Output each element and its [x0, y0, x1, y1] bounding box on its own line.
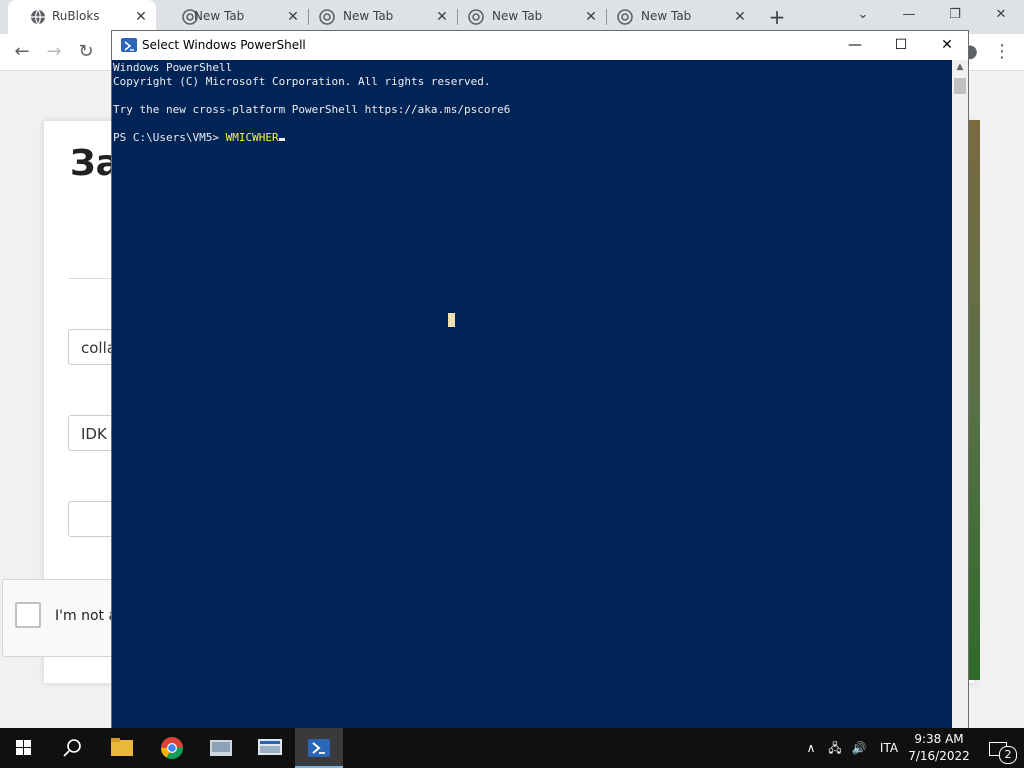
file-explorer-icon	[111, 738, 133, 756]
captcha-label: I'm not a	[55, 608, 118, 624]
tab-new-tab-2[interactable]: New Tab ✕	[309, 0, 457, 34]
start-button[interactable]	[0, 728, 48, 768]
windows-logo-icon	[16, 740, 31, 755]
tab-rubloks[interactable]: RuBloks ✕	[8, 0, 156, 34]
text-cursor	[278, 138, 285, 141]
powershell-window: Select Windows PowerShell — ☐ ✕ Windows …	[111, 30, 969, 728]
powershell-title-bar[interactable]: Select Windows PowerShell — ☐ ✕	[112, 31, 968, 60]
reload-icon[interactable]: ↻	[74, 40, 98, 64]
app-taskbar-button[interactable]	[197, 728, 245, 768]
file-explorer-button[interactable]	[98, 728, 146, 768]
windows-taskbar: ∧ 🖧 🔊 ITA 9:38 AM 7/16/2022 2	[0, 728, 1024, 768]
prompt: PS C:\Users\VM5>	[113, 131, 226, 144]
chrome-icon	[468, 9, 484, 25]
volume-icon[interactable]: 🔊	[848, 728, 870, 768]
console-line: Windows PowerShell	[113, 61, 233, 74]
restore-icon[interactable]: ❐	[932, 4, 978, 26]
app-icon	[210, 740, 232, 756]
window-title: Select Windows PowerShell	[142, 38, 306, 52]
back-arrow-icon[interactable]: ←	[10, 40, 34, 64]
tab-new-tab-3[interactable]: New Tab ✕	[458, 0, 606, 34]
console-line: Try the new cross-platform PowerShell ht…	[113, 103, 511, 116]
tray-chevron-up-icon[interactable]: ∧	[802, 728, 820, 768]
browser-tab-bar: RuBloks ✕ New Tab ✕ New Tab ✕ New Tab ✕ …	[0, 0, 1024, 34]
globe-icon	[30, 9, 46, 25]
close-icon[interactable]: ✕	[924, 31, 970, 60]
clock[interactable]: 9:38 AM 7/16/2022	[906, 731, 972, 765]
chrome-taskbar-button[interactable]	[148, 728, 196, 768]
tab-search-chevron-icon[interactable]: ⌄	[840, 4, 886, 26]
clock-date: 7/16/2022	[908, 749, 970, 763]
chrome-icon	[319, 9, 335, 25]
minimize-icon[interactable]: —	[832, 31, 878, 60]
tab-close-icon[interactable]: ✕	[731, 8, 749, 26]
console-line: Copyright (C) Microsoft Corporation. All…	[113, 75, 491, 88]
forward-arrow-icon[interactable]: →	[42, 40, 66, 64]
tab-close-icon[interactable]: ✕	[582, 8, 600, 26]
chrome-icon	[161, 737, 183, 759]
tab-close-icon[interactable]: ✕	[132, 8, 150, 26]
tab-close-icon[interactable]: ✕	[433, 8, 451, 26]
scroll-up-arrow-icon[interactable]: ▲	[952, 62, 968, 74]
tab-label: New Tab	[194, 9, 245, 23]
prompt-line[interactable]: PS C:\Users\VM5> WMICWHER	[113, 131, 285, 144]
maximize-icon[interactable]: ☐	[878, 31, 924, 60]
tab-new-tab-4[interactable]: New Tab ✕	[607, 0, 755, 34]
clock-time: 9:38 AM	[914, 732, 964, 746]
menu-kebab-icon[interactable]: ⋮	[990, 40, 1014, 64]
language-indicator[interactable]: ITA	[874, 728, 904, 768]
tab-label: RuBloks	[52, 9, 100, 23]
search-button[interactable]	[48, 728, 96, 768]
vertical-scrollbar[interactable]: ▲	[952, 60, 968, 728]
powershell-icon	[308, 739, 330, 757]
new-tab-plus-icon[interactable]: +	[766, 6, 788, 28]
tab-label: New Tab	[492, 9, 543, 23]
notification-badge: 2	[999, 745, 1017, 764]
side-image	[969, 120, 980, 680]
powershell-icon	[121, 38, 137, 52]
minimize-icon[interactable]: —	[886, 4, 932, 26]
scroll-thumb[interactable]	[954, 78, 966, 94]
tab-label: New Tab	[641, 9, 692, 23]
action-center-icon[interactable]: 2	[978, 728, 1018, 768]
network-icon[interactable]: 🖧	[824, 728, 846, 768]
app-icon-2	[258, 739, 282, 755]
tab-label: New Tab	[343, 9, 394, 23]
tab-close-icon[interactable]: ✕	[284, 8, 302, 26]
powershell-taskbar-button[interactable]	[295, 728, 343, 768]
captcha-checkbox[interactable]	[15, 602, 41, 628]
chrome-icon	[617, 9, 633, 25]
search-icon	[63, 739, 81, 757]
typed-command: WMICWHER	[225, 131, 279, 144]
mouse-text-cursor	[448, 313, 455, 327]
console-output[interactable]: Windows PowerShell Copyright (C) Microso…	[112, 60, 952, 728]
close-icon[interactable]: ✕	[978, 4, 1024, 26]
app-taskbar-button-2[interactable]	[246, 728, 294, 768]
tab-new-tab-1[interactable]: New Tab ✕	[160, 0, 308, 34]
